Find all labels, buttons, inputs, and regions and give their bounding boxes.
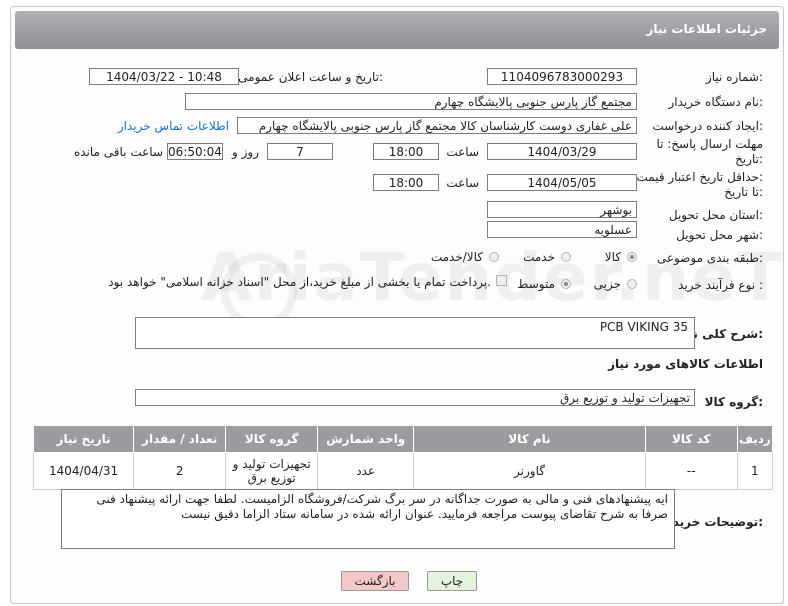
col-date-header: تاریخ نیاز [32, 425, 135, 453]
purchase-option-minor: جزیی [593, 277, 621, 291]
day-and-label: روز و [232, 145, 259, 159]
deadline-label: مهلت ارسال پاسخ: تا [656, 137, 763, 151]
back-button[interactable]: بازگشت [341, 571, 409, 591]
treasury-note: پرداخت تمام یا بخشی از مبلغ خرید،از محل … [108, 275, 491, 289]
cell-unit: عدد [317, 452, 415, 490]
province-label: استان محل تحویل: [668, 208, 763, 222]
table-header-row: ردیف کد کالا نام کالا واحد شمارش گروه کا… [32, 425, 774, 453]
time-remaining-label: ساعت باقی مانده [73, 145, 163, 159]
col-row-header: ردیف [736, 425, 774, 453]
deadline-time-field: 18:00 [373, 143, 439, 160]
purchase-radio-medium[interactable] [561, 279, 571, 289]
need-number-label: شماره نیاز: [705, 70, 763, 84]
cell-group: تجهیزات تولید و توزیع برق [225, 452, 319, 490]
main-panel: جزئیات اطلاعات نیاز AriaTender.neT شماره… [10, 6, 784, 604]
buyer-notes-label: توضیحات خریدار: [661, 515, 763, 529]
category-option-goods-service: کالا/خدمت [430, 250, 483, 264]
col-group-header: گروه کالا [225, 425, 319, 453]
buyer-contact-link[interactable]: اطلاعات تماس خریدار [118, 119, 229, 133]
requester-field: علی غفاری دوست کارشناسان کالا مجتمع گاز … [237, 117, 637, 134]
general-desc-field: PCB VIKING 35 [135, 317, 695, 349]
announce-datetime-label: تاریخ و ساعت اعلان عمومی: [238, 70, 383, 84]
cell-qty: 2 [133, 452, 227, 490]
goods-info-heading: اطلاعات کالاهای مورد نیاز [608, 357, 763, 371]
category-radio-goods[interactable] [627, 252, 637, 262]
treasury-checkbox[interactable] [496, 275, 507, 286]
panel-title: جزئیات اطلاعات نیاز [646, 22, 767, 36]
hours-remaining-field: 06:50:04 [167, 143, 223, 160]
buyer-org-label: نام دستگاه خریدار: [668, 95, 764, 109]
col-code-header: کد کالا [644, 425, 738, 453]
items-table: ردیف کد کالا نام کالا واحد شمارش گروه کا… [32, 425, 774, 490]
category-label: طبقه بندی موضوعی: [656, 251, 763, 265]
purchase-radio-minor[interactable] [627, 279, 637, 289]
category-option-service: خدمت [523, 250, 555, 264]
city-label: شهر محل تحویل: [676, 228, 763, 242]
buyer-org-field: مجتمع گاز پارس جنوبی پالایشگاه چهارم [185, 93, 637, 110]
validity-time-label: ساعت [446, 176, 479, 190]
category-radio-goods-service[interactable] [489, 252, 499, 262]
col-name-header: نام کالا [413, 425, 646, 453]
announce-datetime-field: 1404/03/22 - 10:48 [89, 68, 239, 85]
table-row: 1 -- گاورنر عدد تجهیزات تولید و توزیع بر… [32, 452, 774, 490]
requester-label: ایجاد کننده درخواست: [652, 119, 763, 133]
category-option-goods: کالا [604, 250, 621, 264]
cell-date: 1404/04/31 [32, 452, 135, 490]
deadline-time-label: ساعت [446, 145, 479, 159]
goods-group-field: تجهیزات تولید و توزیع برق [135, 389, 695, 406]
purchase-type-label: نوع فرآیند خرید : [678, 278, 763, 292]
need-number-field: 1104096783000293 [487, 68, 637, 85]
validity-label: حداقل تاریخ اعتبار قیمت: [636, 170, 763, 184]
cell-row: 1 [736, 452, 774, 490]
city-field: عسلویه [487, 221, 637, 238]
purchase-option-medium: متوسط [517, 277, 555, 291]
col-unit-header: واحد شمارش [317, 425, 415, 453]
print-button[interactable]: چاپ [427, 571, 477, 591]
cell-code: -- [644, 452, 738, 490]
panel-header: جزئیات اطلاعات نیاز [15, 11, 779, 49]
validity-time-field: 18:00 [373, 174, 439, 191]
days-remaining-field: 7 [267, 143, 333, 160]
goods-group-label: گروه کالا: [704, 395, 763, 409]
validity-date-field: 1404/05/05 [487, 174, 637, 191]
buyer-notes-field: ایه پیشنهادهای فنی و مالی به صورت جداگان… [61, 489, 675, 549]
province-field: بوشهر [487, 201, 637, 218]
validity-label-2: تا تاریخ: [724, 185, 763, 199]
cell-name: گاورنر [413, 452, 646, 490]
category-radio-service[interactable] [561, 252, 571, 262]
deadline-date-field: 1404/03/29 [487, 143, 637, 160]
col-qty-header: تعداد / مقدار [133, 425, 227, 453]
deadline-label-2: تاریخ: [735, 152, 763, 166]
